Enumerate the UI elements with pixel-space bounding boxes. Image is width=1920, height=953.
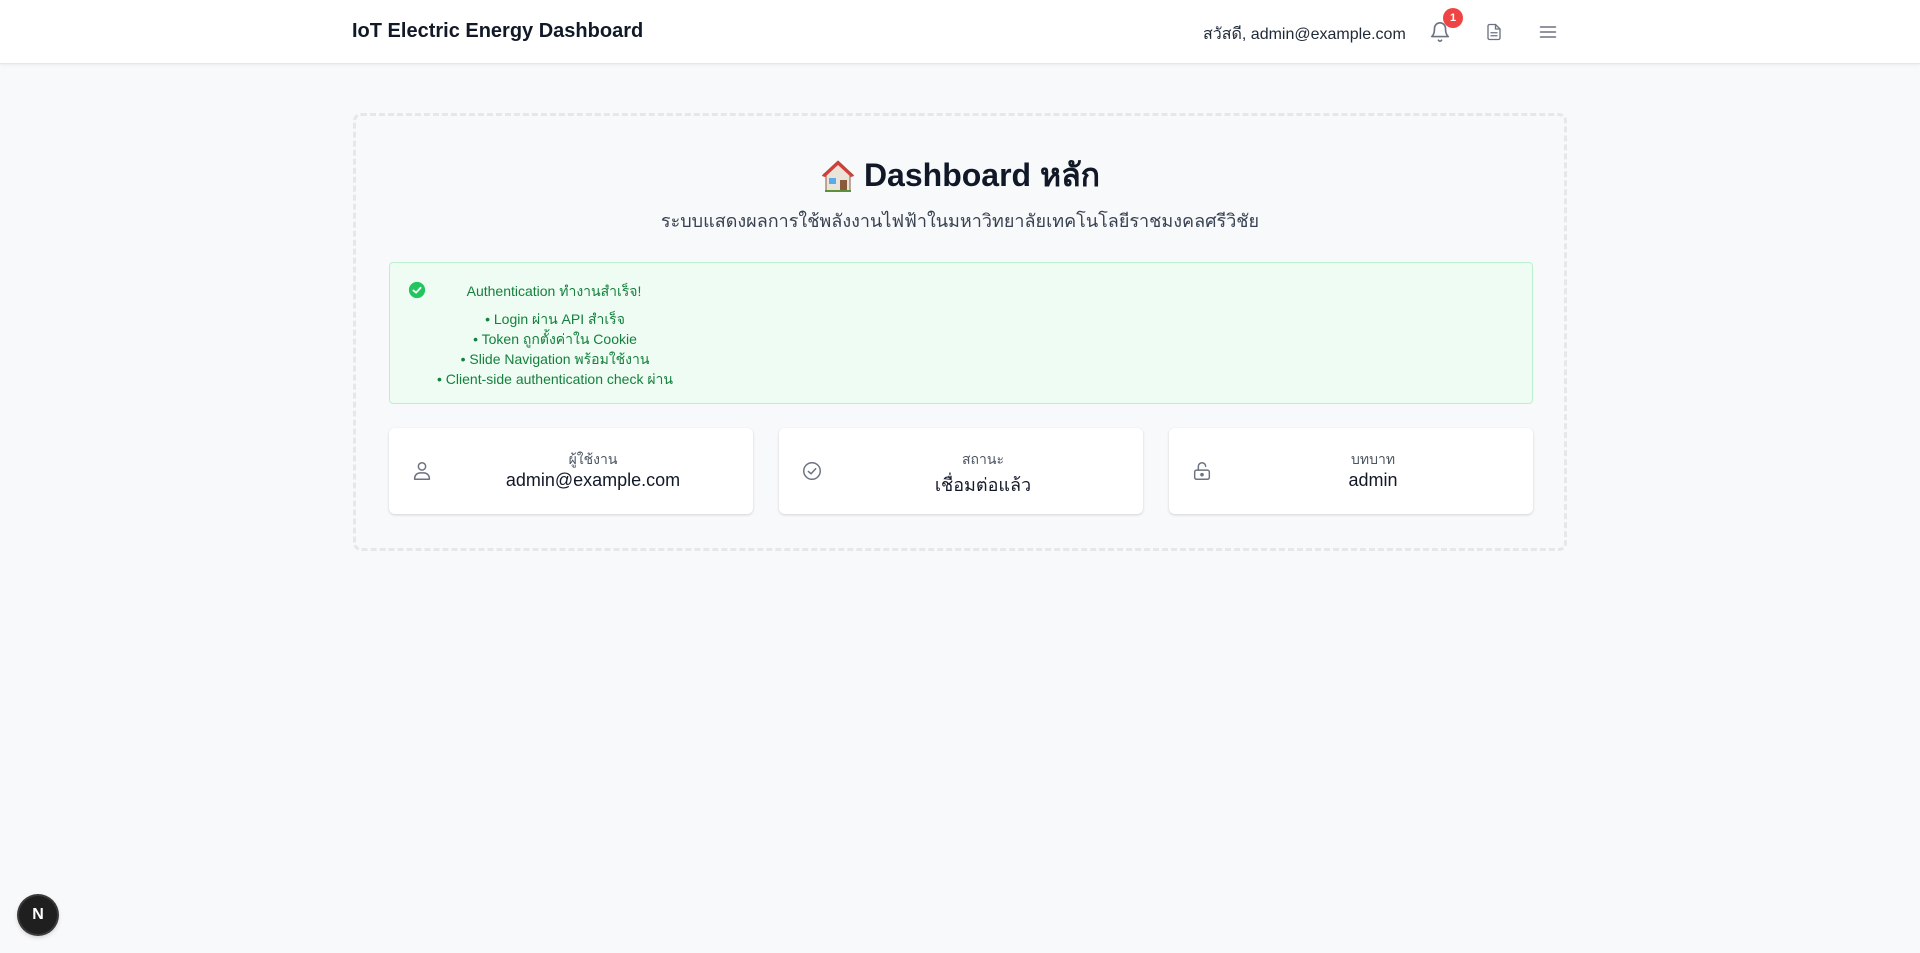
user-greeting: สวัสดี, admin@example.com: [1203, 26, 1406, 43]
alert-list-item: • Token ถูกตั้งค่าใน Cookie: [473, 331, 637, 347]
page-title-text: Dashboard หลัก: [863, 157, 1101, 193]
notification-count-badge: 1: [1443, 8, 1463, 28]
alert-list-item: • Client-side authentication check ผ่าน: [437, 371, 673, 387]
role-card: บทบาท admin: [1169, 428, 1533, 514]
status-card: สถานะ เชื่อมต่อแล้ว: [779, 428, 1143, 514]
card-value: admin@example.com: [505, 470, 681, 490]
house-icon: [821, 159, 855, 192]
card-label: บทบาท: [1350, 451, 1396, 467]
dev-tools-badge[interactable]: N: [19, 896, 57, 934]
documents-button[interactable]: [1480, 18, 1508, 46]
alert-list-item: • Slide Navigation พร้อมใช้งาน: [460, 351, 650, 367]
check-circle-icon: [408, 281, 426, 299]
card-label: ผู้ใช้งาน: [568, 451, 618, 467]
menu-button[interactable]: [1534, 18, 1562, 46]
alert-heading: Authentication ทำงานสำเร็จ!: [466, 283, 642, 299]
top-navbar: IoT Electric Energy Dashboard สวัสดี, ad…: [0, 0, 1920, 64]
document-icon: [1487, 23, 1501, 41]
card-label: สถานะ: [962, 451, 1004, 467]
user-card: ผู้ใช้งาน admin@example.com: [389, 428, 753, 514]
dashboard-panel: Dashboard หลัก ระบบแสดงผลการใช้พลังงานไฟ…: [353, 113, 1567, 551]
card-value: admin: [1348, 470, 1398, 490]
page-title: Dashboard หลัก: [356, 150, 1564, 201]
hamburger-menu-icon: [1539, 26, 1557, 38]
alert-list-item: • Login ผ่าน API สำเร็จ: [485, 311, 625, 327]
auth-success-alert: Authentication ทำงานสำเร็จ! • Login ผ่าน…: [389, 262, 1533, 404]
card-value: เชื่อมต่อแล้ว: [934, 475, 1032, 495]
alert-list: • Login ผ่าน API สำเร็จ • Token ถูกตั้งค…: [390, 309, 720, 389]
page-subtitle: ระบบแสดงผลการใช้พลังงานไฟฟ้าในมหาวิทยาลั…: [660, 211, 1260, 231]
brand-title[interactable]: IoT Electric Energy Dashboard: [352, 20, 643, 43]
